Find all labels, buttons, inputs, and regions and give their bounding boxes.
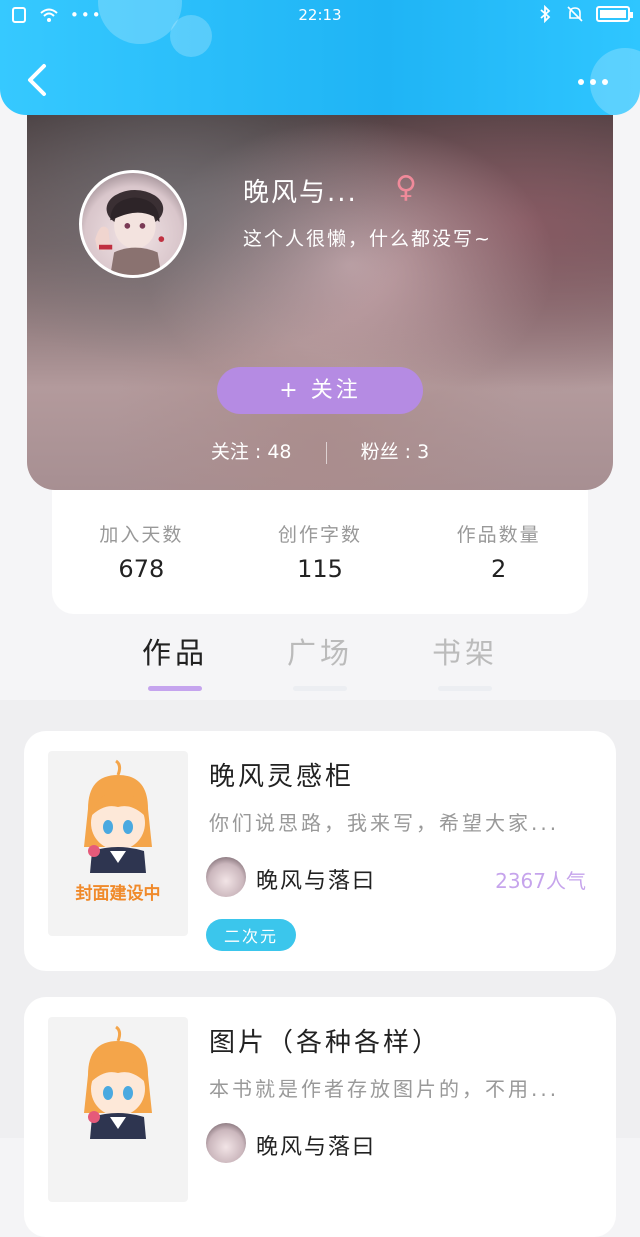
popularity-count: 2367人气	[495, 869, 586, 893]
active-tab-indicator	[148, 686, 202, 691]
bio-text: 这个人很懒，什么都没写~	[243, 228, 492, 250]
book-cover[interactable]: 封面建设中	[48, 751, 188, 936]
mascot-image	[84, 1025, 152, 1139]
book-cover[interactable]	[48, 1017, 188, 1202]
author-name[interactable]: 晚风与落曰	[256, 863, 376, 895]
back-arrow-icon[interactable]	[22, 60, 56, 100]
avatar[interactable]	[79, 170, 187, 278]
female-icon: ♀	[395, 170, 417, 205]
author-name[interactable]: 晚风与落曰	[256, 1129, 376, 1161]
mascot-image	[84, 759, 152, 873]
book-description: 本书就是作者存放图片的，不用...	[209, 1077, 560, 1101]
author-row: 晚风与落曰 2367人气	[206, 857, 586, 899]
follow-stats: 关注 : 48 粉丝 : 3	[27, 437, 613, 464]
author-avatar[interactable]	[206, 857, 246, 897]
stats-card: 加入天数 678 创作字数 115 作品数量 2	[52, 480, 588, 614]
stat-word-count: 创作字数 115	[277, 524, 362, 583]
tab-square[interactable]: 广场	[275, 630, 365, 691]
battery-icon	[596, 6, 633, 22]
cover-placeholder-text: 封面建设中	[75, 884, 161, 904]
book-list: 封面建设中 晚风灵感柜 你们说思路，我来写，希望大家... 晚风与落曰 2367…	[0, 700, 640, 1237]
author-row: 晚风与落曰	[206, 1123, 586, 1165]
following-stat[interactable]: 关注 : 48	[211, 441, 292, 463]
profile-card: 晚风与... ♀ 这个人很懒，什么都没写~ + 关注 关注 : 48 粉丝 : …	[27, 80, 613, 490]
author-avatar[interactable]	[206, 1123, 246, 1163]
followers-stat[interactable]: 粉丝 : 3	[361, 441, 430, 463]
book-description: 你们说思路，我来写，希望大家...	[209, 811, 560, 835]
nickname: 晚风与...	[243, 178, 358, 208]
follow-button[interactable]: + 关注	[217, 367, 423, 414]
status-bar: ••• 22:13	[0, 0, 640, 32]
tab-works[interactable]: 作品	[130, 630, 220, 691]
divider	[325, 441, 327, 464]
bell-muted-icon	[567, 6, 583, 22]
book-title[interactable]: 晚风灵感柜	[209, 756, 354, 793]
stat-join-days: 加入天数 678	[99, 524, 184, 583]
more-dots-icon[interactable]	[578, 70, 618, 94]
stat-works-count: 作品数量 2	[456, 524, 541, 583]
tab-bookshelf[interactable]: 书架	[420, 630, 510, 691]
bluetooth-icon	[540, 5, 551, 23]
genre-tag[interactable]: 二次元	[206, 919, 297, 951]
book-title[interactable]: 图片（各种各样）	[209, 1022, 441, 1059]
tab-bar: 作品 广场 书架	[0, 630, 640, 700]
header-bar: ••• 22:13	[0, 0, 640, 115]
book-card[interactable]: 封面建设中 晚风灵感柜 你们说思路，我来写，希望大家... 晚风与落曰 2367…	[24, 731, 616, 971]
book-card[interactable]: 图片（各种各样） 本书就是作者存放图片的，不用... 晚风与落曰	[24, 997, 616, 1237]
